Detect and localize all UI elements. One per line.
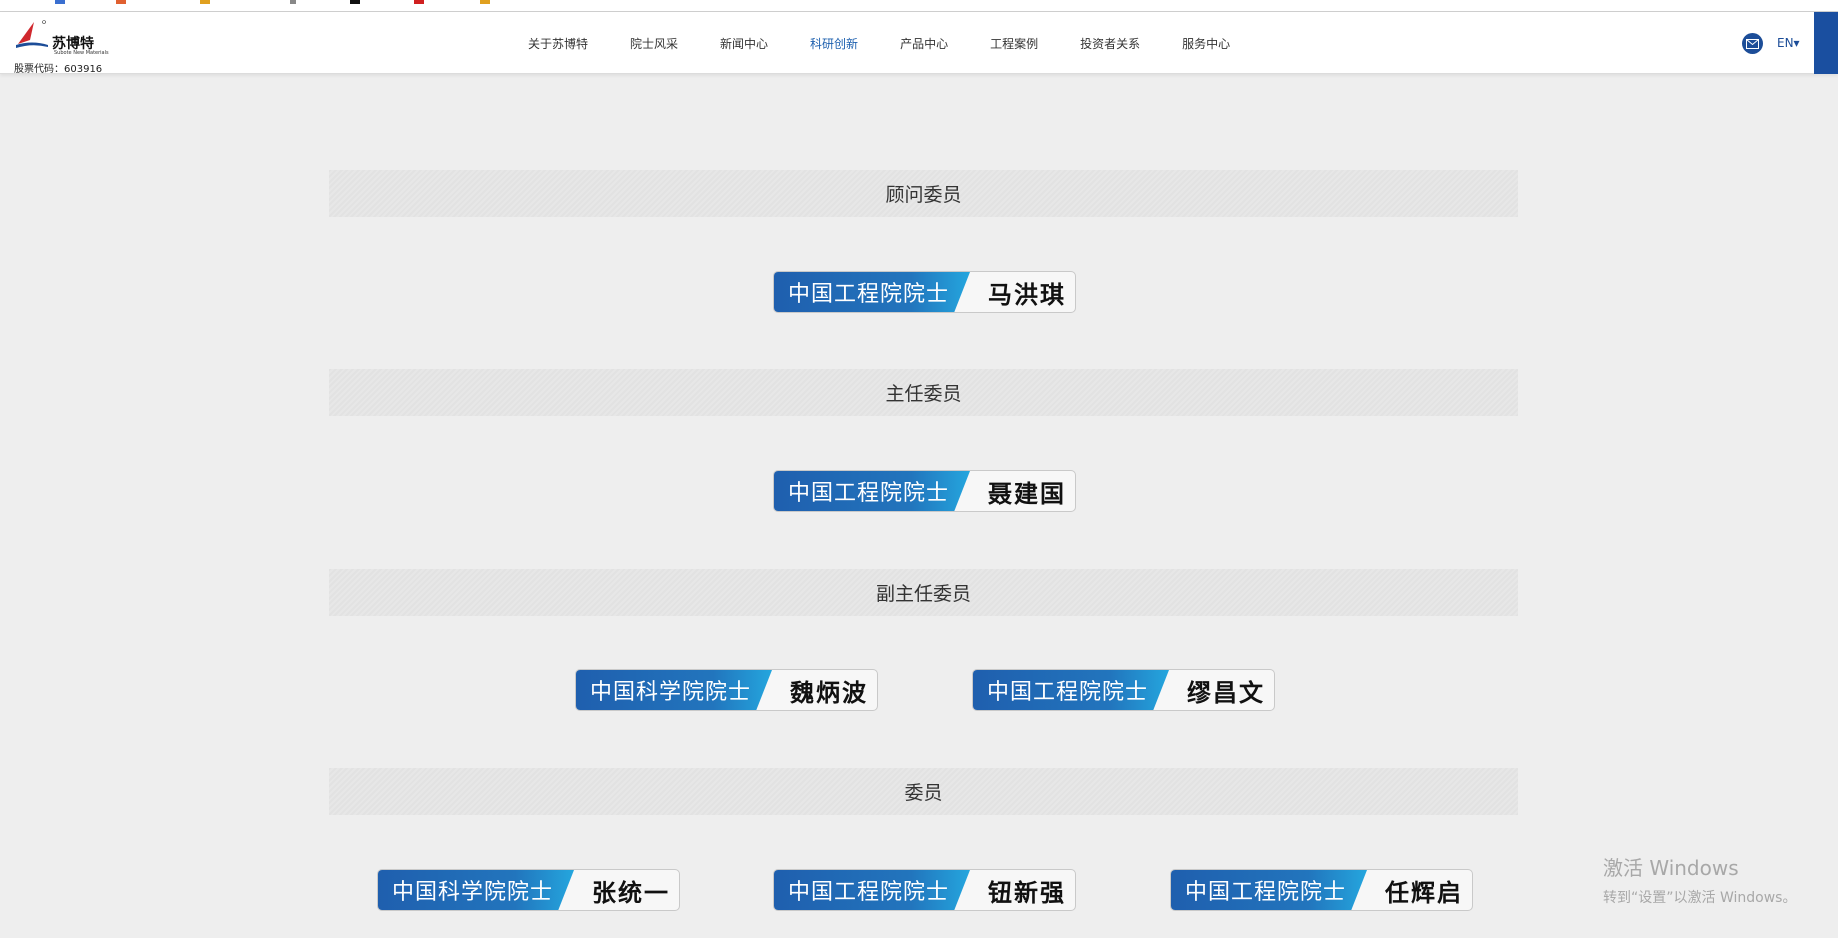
language-switcher[interactable]: EN▾ (1777, 36, 1800, 50)
member-badge[interactable]: 中国工程院院士 马洪琪 (773, 271, 1076, 313)
member-badge[interactable]: 中国工程院院士 缪昌文 (972, 669, 1275, 711)
watermark-subtitle: 转到“设置”以激活 Windows。 (1603, 890, 1797, 906)
watermark-title: 激活 Windows (1603, 856, 1739, 880)
site-header: 苏博特 Subote New Materials 股票代码：603916 关于苏… (0, 12, 1838, 75)
member-org: 中国工程院院士 (1171, 870, 1367, 910)
section-title-vice-chair: 副主任委员 (329, 569, 1518, 616)
bookmark-icon[interactable] (55, 0, 65, 4)
bookmark-icon[interactable] (116, 0, 126, 4)
member-org: 中国工程院院士 (774, 870, 970, 910)
side-panel-tab[interactable] (1814, 12, 1838, 74)
member-org: 中国工程院院士 (774, 471, 970, 511)
member-org: 中国工程院院士 (774, 272, 970, 312)
member-name: 钮新强 (988, 877, 1066, 907)
nav-item-about[interactable]: 关于苏博特 (528, 35, 588, 52)
member-badge[interactable]: 中国科学院院士 张统一 (377, 869, 680, 911)
member-name: 缪昌文 (1187, 677, 1265, 707)
main-nav: 关于苏博特 院士风采 新闻中心 科研创新 产品中心 工程案例 投资者关系 服务中… (528, 12, 1272, 74)
nav-item-cases[interactable]: 工程案例 (990, 35, 1038, 52)
member-name: 马洪琪 (988, 279, 1066, 309)
section-title-advisor: 顾问委员 (329, 170, 1518, 217)
windows-activation-watermark: 激活 Windows 转到“设置”以激活 Windows。 (1603, 852, 1796, 907)
committee-content: 顾问委员 中国工程院院士 马洪琪 主任委员 中国工程院院士 聂建国 副主任委员 … (0, 74, 1838, 938)
nav-item-academicians[interactable]: 院士风采 (630, 35, 678, 52)
site-logo[interactable]: 苏博特 Subote New Materials 股票代码：603916 (14, 16, 109, 75)
nav-item-products[interactable]: 产品中心 (900, 35, 948, 52)
bookmark-icon[interactable] (350, 0, 360, 4)
envelope-icon (1746, 38, 1759, 49)
nav-item-investors[interactable]: 投资者关系 (1080, 35, 1140, 52)
browser-top-strip (0, 0, 1838, 12)
member-badge[interactable]: 中国工程院院士 任辉启 (1170, 869, 1473, 911)
member-org: 中国科学院院士 (378, 870, 574, 910)
member-badge[interactable]: 中国工程院院士 聂建国 (773, 470, 1076, 512)
member-badge[interactable]: 中国工程院院士 钮新强 (773, 869, 1076, 911)
nav-item-service[interactable]: 服务中心 (1182, 35, 1230, 52)
section-title-members: 委员 (329, 768, 1518, 815)
member-org: 中国科学院院士 (576, 670, 772, 710)
stock-code: 股票代码：603916 (14, 64, 103, 75)
section-title-chair: 主任委员 (329, 369, 1518, 416)
nav-item-research[interactable]: 科研创新 (810, 35, 858, 52)
member-name: 张统一 (592, 877, 670, 907)
member-name: 魏炳波 (790, 677, 868, 707)
brand-subtitle: Subote New Materials (54, 50, 109, 56)
member-org: 中国工程院院士 (973, 670, 1169, 710)
bookmark-icon[interactable] (200, 0, 210, 4)
mail-icon[interactable] (1742, 33, 1763, 54)
logo-mark-icon (16, 20, 48, 48)
bookmark-icon[interactable] (414, 0, 424, 4)
member-badge[interactable]: 中国科学院院士 魏炳波 (575, 669, 878, 711)
member-name: 聂建国 (988, 478, 1066, 508)
member-name: 任辉启 (1385, 877, 1463, 907)
nav-item-news[interactable]: 新闻中心 (720, 35, 768, 52)
bookmark-icon[interactable] (480, 0, 490, 4)
bookmark-icon[interactable] (290, 0, 296, 4)
